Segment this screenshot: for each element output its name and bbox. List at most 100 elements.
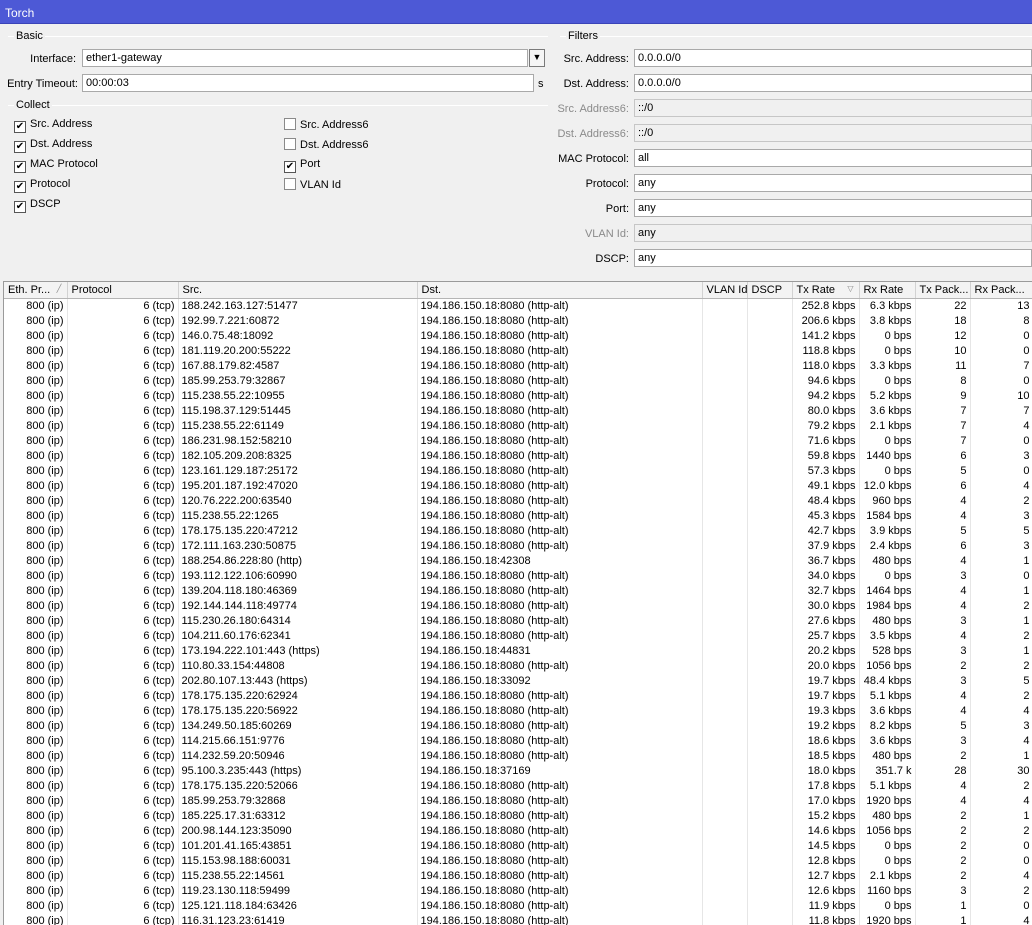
- table-row[interactable]: 800 (ip) 6 (tcp) 115.230.26.180:64314 194.1…: [4, 613, 1032, 628]
- table-row[interactable]: 800 (ip) 6 (tcp) 115.238.55.22:10955 194.18…: [4, 388, 1032, 403]
- table-row[interactable]: 800 (ip) 6 (tcp) 95.100.3.235:443 (https) 1…: [4, 763, 1032, 778]
- table-cell: 104.211.60.176:62341: [178, 628, 418, 643]
- table-cell: [702, 403, 748, 418]
- table-cell: 79.2 kbps: [792, 418, 860, 433]
- table-row[interactable]: 800 (ip) 6 (tcp) 192.99.7.221:60872 194.186…: [4, 313, 1032, 328]
- column-header[interactable]: Rx Rate: [859, 282, 916, 299]
- interface-dropdown-button[interactable]: ▼: [529, 49, 545, 67]
- table-row[interactable]: 800 (ip) 6 (tcp) 202.80.107.13:443 (https)…: [4, 673, 1032, 688]
- filter-label: Dst. Address:: [563, 78, 629, 90]
- table-row[interactable]: 800 (ip) 6 (tcp) 146.0.75.48:18092 194.186.…: [4, 328, 1032, 343]
- column-header[interactable]: Rx Pack...: [970, 282, 1032, 299]
- table-row[interactable]: 800 (ip) 6 (tcp) 186.231.98.152:58210 194.1…: [4, 433, 1032, 448]
- table-row[interactable]: 800 (ip) 6 (tcp) 192.144.144.118:49774 194.…: [4, 598, 1032, 613]
- table-row[interactable]: 800 (ip) 6 (tcp) 119.23.130.118:59499 194.1…: [4, 883, 1032, 898]
- table-row[interactable]: 800 (ip) 6 (tcp) 178.175.135.220:47212 194.…: [4, 523, 1032, 538]
- checkbox-empty-icon[interactable]: [284, 178, 296, 190]
- table-cell: 188.254.86.228:80 (http): [178, 553, 418, 568]
- column-header[interactable]: Src.: [178, 282, 418, 299]
- table-row[interactable]: 800 (ip) 6 (tcp) 200.98.144.123:35090 194.1…: [4, 823, 1032, 838]
- table-row[interactable]: 800 (ip) 6 (tcp) 172.111.163.230:50875 194.…: [4, 538, 1032, 553]
- checkmark-icon[interactable]: ✔: [14, 181, 26, 193]
- table-row[interactable]: 800 (ip) 6 (tcp) 134.249.50.185:60269 194.1…: [4, 718, 1032, 733]
- table-cell: [747, 658, 793, 673]
- table-row[interactable]: 800 (ip) 6 (tcp) 115.238.55.22:61149 194.18…: [4, 418, 1032, 433]
- table-cell: 5: [915, 463, 971, 478]
- column-header[interactable]: Eth. Pr... ╱: [4, 282, 68, 299]
- table-row[interactable]: 800 (ip) 6 (tcp) 182.105.209.208:8325 194.1…: [4, 448, 1032, 463]
- table-row[interactable]: 800 (ip) 6 (tcp) 110.80.33.154:44808 194.18…: [4, 658, 1032, 673]
- table-row[interactable]: 800 (ip) 6 (tcp) 116.31.123.23:61419 194.18…: [4, 913, 1032, 925]
- entry-timeout-field[interactable]: 00:00:03: [82, 74, 534, 92]
- table-row[interactable]: 800 (ip) 6 (tcp) 178.175.135.220:62924 194.…: [4, 688, 1032, 703]
- table-cell: 14.6 kbps: [792, 823, 860, 838]
- table-row[interactable]: 800 (ip) 6 (tcp) 115.198.37.129:51445 194.1…: [4, 403, 1032, 418]
- table-row[interactable]: 800 (ip) 6 (tcp) 178.175.135.220:56922 194.…: [4, 703, 1032, 718]
- column-header[interactable]: Dst.: [417, 282, 703, 299]
- collect-checkbox-protocol[interactable]: ✔ Protocol: [14, 178, 70, 193]
- collect-checkbox-vlan-id[interactable]: VLAN Id: [284, 178, 341, 191]
- torch-table-container[interactable]: Eth. Pr... ╱ Protocol Src. Dst. VLAN Id DSCP Tx…: [3, 281, 1032, 925]
- table-row[interactable]: 800 (ip) 6 (tcp) 120.76.222.200:63540 194.1…: [4, 493, 1032, 508]
- filter-field-dst-address[interactable]: 0.0.0.0/0: [634, 74, 1032, 92]
- table-row[interactable]: 800 (ip) 6 (tcp) 139.204.118.180:46369 194.…: [4, 583, 1032, 598]
- table-row[interactable]: 800 (ip) 6 (tcp) 104.211.60.176:62341 194.1…: [4, 628, 1032, 643]
- table-cell: 194.186.150.18:8080 (http-alt): [417, 748, 703, 763]
- table-cell: [747, 463, 793, 478]
- collect-checkbox-port[interactable]: ✔ Port: [284, 158, 320, 173]
- table-row[interactable]: 800 (ip) 6 (tcp) 125.121.118.184:63426 194.…: [4, 898, 1032, 913]
- column-header[interactable]: Tx Rate ▽: [792, 282, 860, 299]
- filter-field-protocol[interactable]: any: [634, 174, 1032, 192]
- checkbox-label: DSCP: [30, 198, 61, 210]
- table-row[interactable]: 800 (ip) 6 (tcp) 185.99.253.79:32867 194.18…: [4, 373, 1032, 388]
- table-cell: [747, 568, 793, 583]
- checkmark-icon[interactable]: ✔: [284, 161, 296, 173]
- table-row[interactable]: 800 (ip) 6 (tcp) 185.99.253.79:32868 194.18…: [4, 793, 1032, 808]
- table-row[interactable]: 800 (ip) 6 (tcp) 123.161.129.187:25172 194.…: [4, 463, 1032, 478]
- table-cell: 6 (tcp): [67, 313, 179, 328]
- filter-field-mac-protocol[interactable]: all: [634, 149, 1032, 167]
- table-cell: 14.5 kbps: [792, 838, 860, 853]
- table-cell: 185.99.253.79:32868: [178, 793, 418, 808]
- checkbox-empty-icon[interactable]: [284, 138, 296, 150]
- checkmark-icon[interactable]: ✔: [14, 121, 26, 133]
- column-header[interactable]: Tx Pack...: [915, 282, 971, 299]
- table-row[interactable]: 800 (ip) 6 (tcp) 167.88.179.82:4587 194.186…: [4, 358, 1032, 373]
- table-row[interactable]: 800 (ip) 6 (tcp) 114.232.59.20:50946 194.18…: [4, 748, 1032, 763]
- checkmark-icon[interactable]: ✔: [14, 141, 26, 153]
- table-row[interactable]: 800 (ip) 6 (tcp) 185.225.17.31:63312 194.18…: [4, 808, 1032, 823]
- interface-field[interactable]: ether1-gateway: [82, 49, 528, 67]
- table-cell: [702, 598, 748, 613]
- table-cell: [702, 463, 748, 478]
- collect-checkbox-mac-protocol[interactable]: ✔ MAC Protocol: [14, 158, 98, 173]
- filter-field-port[interactable]: any: [634, 199, 1032, 217]
- table-row[interactable]: 800 (ip) 6 (tcp) 114.215.66.151:9776 194.18…: [4, 733, 1032, 748]
- column-header[interactable]: DSCP: [747, 282, 793, 299]
- checkbox-empty-icon[interactable]: [284, 118, 296, 130]
- table-row[interactable]: 800 (ip) 6 (tcp) 101.201.41.165:43851 194.1…: [4, 838, 1032, 853]
- table-row[interactable]: 800 (ip) 6 (tcp) 188.254.86.228:80 (http) 1…: [4, 553, 1032, 568]
- collect-checkbox-dst-address[interactable]: ✔ Dst. Address: [14, 138, 92, 153]
- table-row[interactable]: 800 (ip) 6 (tcp) 193.112.122.106:60990 194.…: [4, 568, 1032, 583]
- table-row[interactable]: 800 (ip) 6 (tcp) 115.238.55.22:1265 194.186…: [4, 508, 1032, 523]
- collect-checkbox-dscp[interactable]: ✔ DSCP: [14, 198, 61, 213]
- table-row[interactable]: 800 (ip) 6 (tcp) 173.194.222.101:443 (http…: [4, 643, 1032, 658]
- column-header[interactable]: Protocol: [67, 282, 179, 299]
- table-row[interactable]: 800 (ip) 6 (tcp) 195.201.187.192:47020 194.…: [4, 478, 1032, 493]
- table-row[interactable]: 800 (ip) 6 (tcp) 188.242.163.127:51477 194.…: [4, 298, 1032, 313]
- filter-field-dscp[interactable]: any: [634, 249, 1032, 267]
- column-header[interactable]: VLAN Id: [702, 282, 748, 299]
- table-row[interactable]: 800 (ip) 6 (tcp) 181.119.20.200:55222 194.1…: [4, 343, 1032, 358]
- filter-field-src-address[interactable]: 0.0.0.0/0: [634, 49, 1032, 67]
- collect-checkbox-dst-address6[interactable]: Dst. Address6: [284, 138, 368, 151]
- table-row[interactable]: 800 (ip) 6 (tcp) 115.238.55.22:14561 194.18…: [4, 868, 1032, 883]
- table-cell: 0: [970, 328, 1032, 343]
- collect-checkbox-src-address6[interactable]: Src. Address6: [284, 118, 368, 131]
- table-cell: 6 (tcp): [67, 643, 179, 658]
- table-row[interactable]: 800 (ip) 6 (tcp) 115.153.98.188:60031 194.1…: [4, 853, 1032, 868]
- table-cell: 1: [970, 748, 1032, 763]
- checkmark-icon[interactable]: ✔: [14, 161, 26, 173]
- checkmark-icon[interactable]: ✔: [14, 201, 26, 213]
- collect-checkbox-src-address[interactable]: ✔ Src. Address: [14, 118, 92, 133]
- table-row[interactable]: 800 (ip) 6 (tcp) 178.175.135.220:52066 194.…: [4, 778, 1032, 793]
